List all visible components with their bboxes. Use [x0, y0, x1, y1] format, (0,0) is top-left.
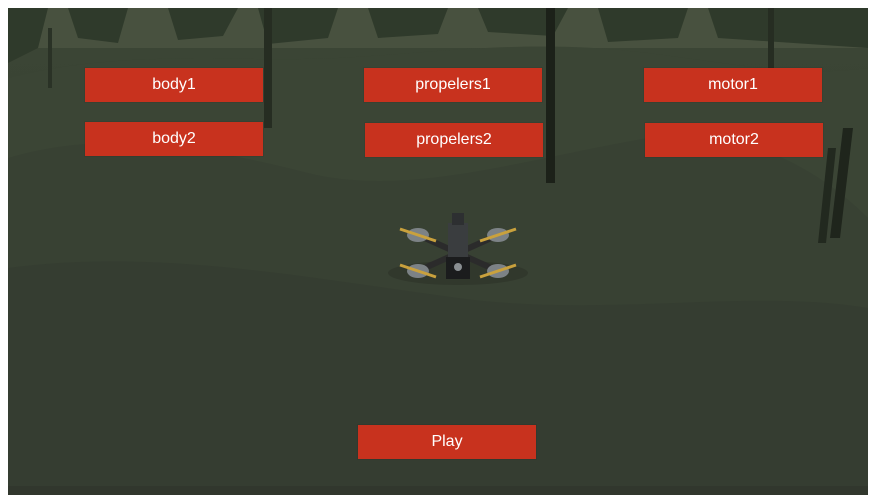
tree-trunk — [264, 8, 272, 128]
motor1-button[interactable]: motor1 — [644, 68, 822, 102]
body2-button[interactable]: body2 — [85, 122, 263, 156]
tree-trunk — [546, 8, 555, 183]
ground-edge — [8, 486, 868, 495]
propelers1-button[interactable]: propelers1 — [364, 68, 542, 102]
play-button[interactable]: Play — [358, 425, 536, 459]
propelers2-button[interactable]: propelers2 — [365, 123, 543, 157]
body1-button[interactable]: body1 — [85, 68, 263, 102]
tree-trunk — [48, 28, 52, 88]
motor2-button[interactable]: motor2 — [645, 123, 823, 157]
game-viewport: body1 body2 propelers1 propelers2 motor1… — [8, 8, 868, 495]
